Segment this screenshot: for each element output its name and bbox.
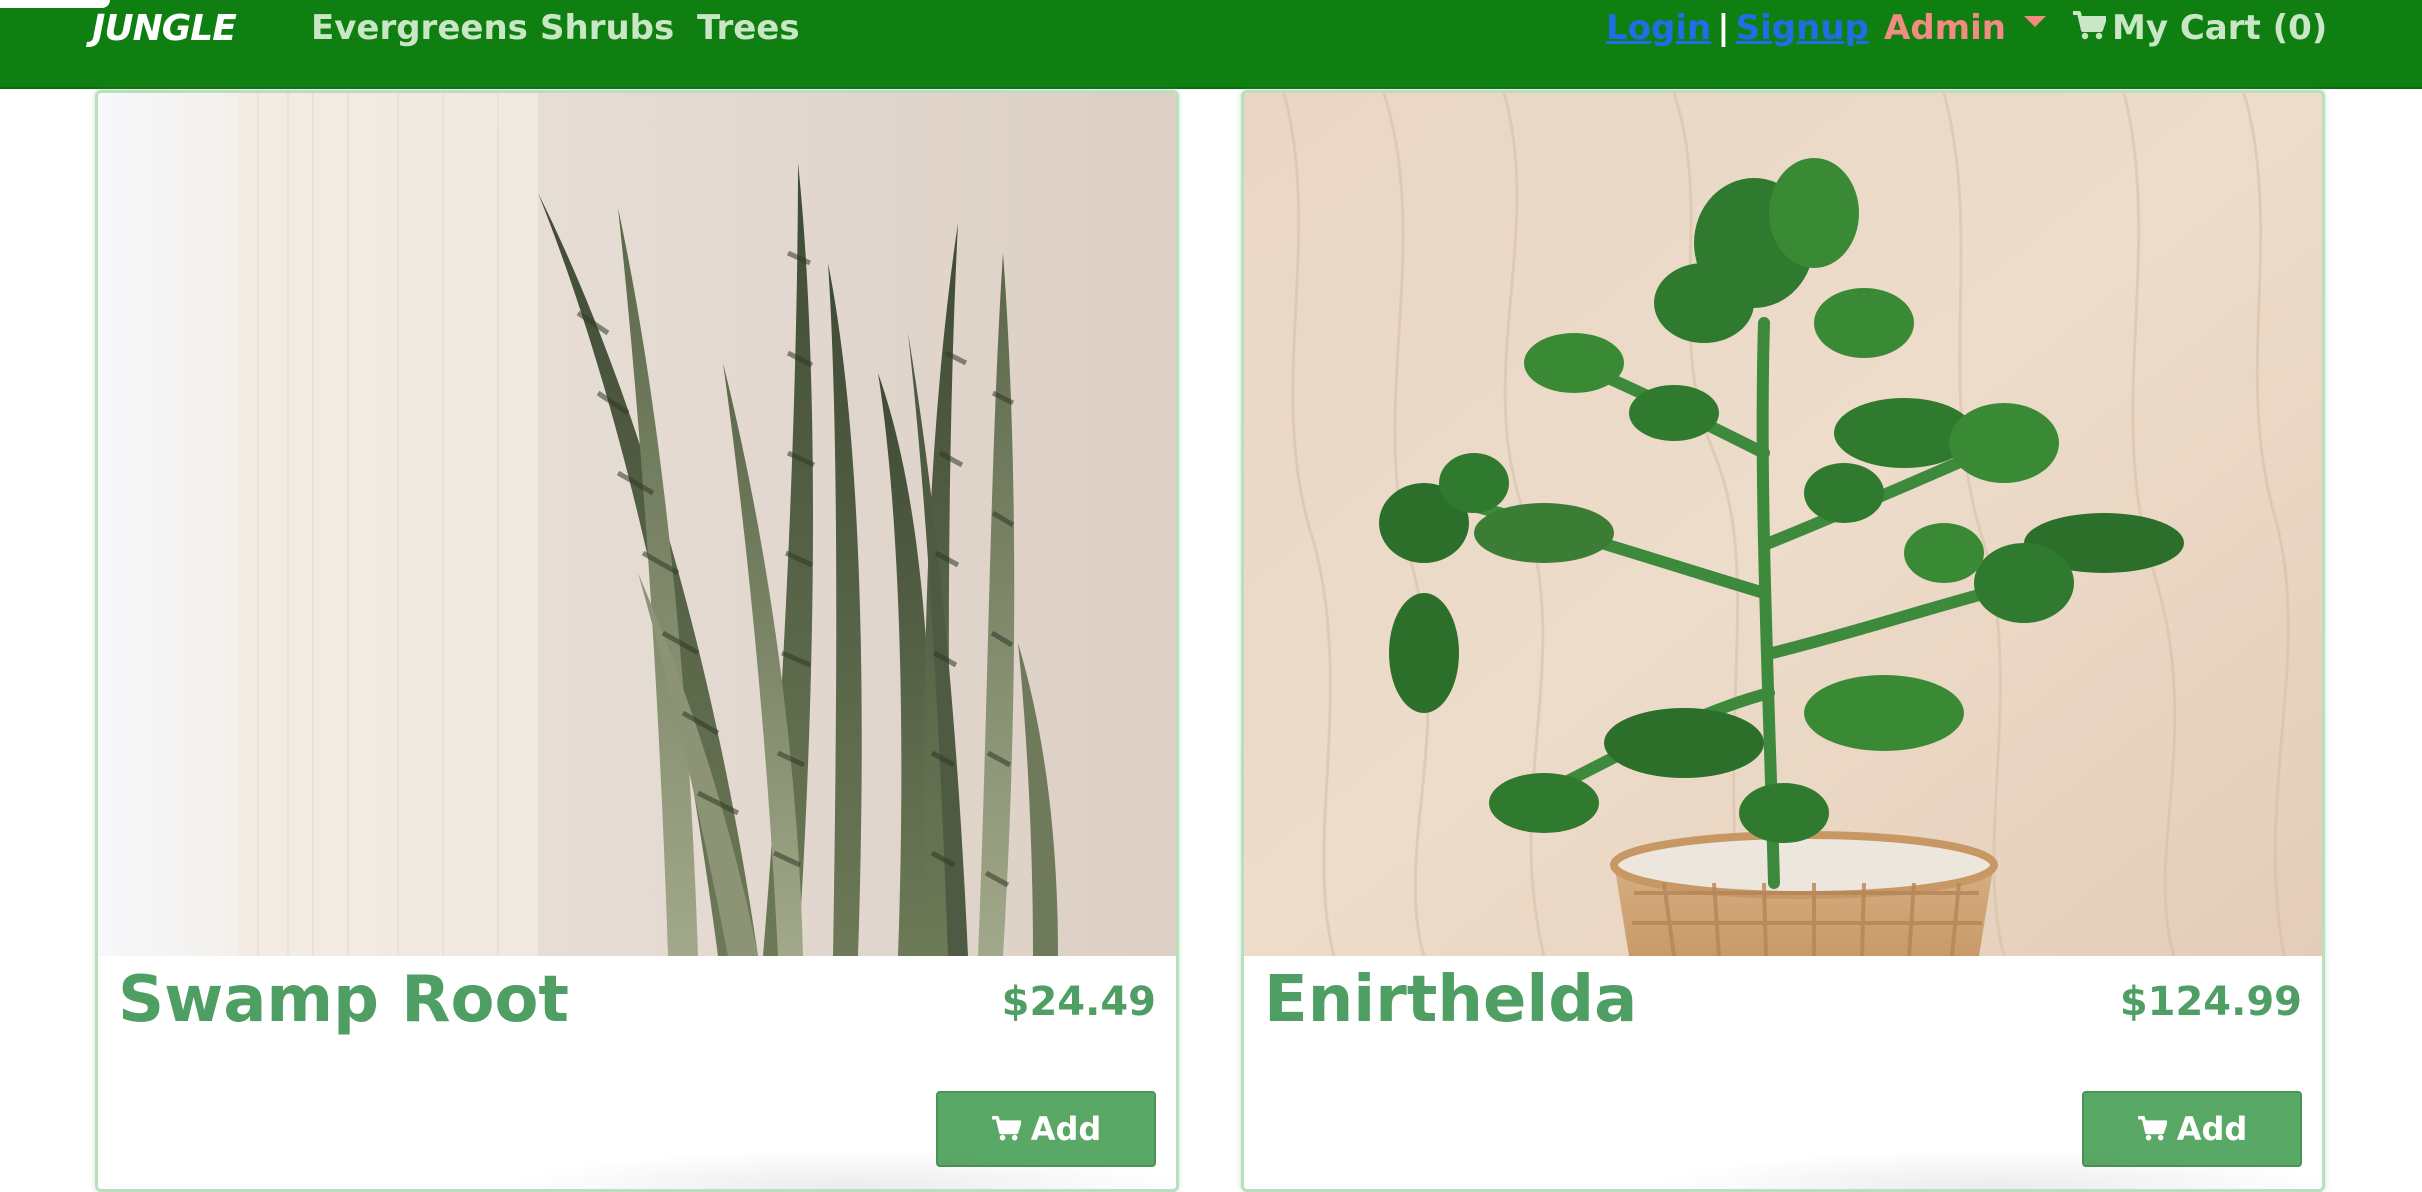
- nav-link-shrubs[interactable]: Shrubs: [540, 8, 674, 48]
- potted-plant-image: [1244, 93, 2322, 956]
- product-image[interactable]: [98, 93, 1176, 956]
- add-button-label: Add: [2176, 1110, 2248, 1148]
- product-price: $124.99: [2119, 979, 2302, 1025]
- card-shadow: [1644, 1149, 2322, 1189]
- auth-separator: |: [1717, 8, 1730, 48]
- auth-links: Login | Signup: [1606, 8, 1869, 48]
- product-name[interactable]: Swamp Root: [118, 963, 569, 1037]
- cart-label: My Cart (0): [2112, 8, 2328, 48]
- shopping-cart-icon: [991, 1116, 1021, 1141]
- corner-tab: [0, 0, 110, 8]
- shopping-cart-icon: [2137, 1116, 2167, 1141]
- snake-plant-image: [98, 93, 1176, 956]
- product-price: $24.49: [1001, 979, 1156, 1025]
- product-image[interactable]: [1244, 93, 2322, 956]
- add-button-label: Add: [1030, 1110, 1102, 1148]
- signup-link[interactable]: Signup: [1736, 8, 1869, 48]
- caret-down-icon: [2023, 16, 2046, 27]
- nav-link-trees[interactable]: Trees: [697, 8, 800, 48]
- product-name[interactable]: Enirthelda: [1264, 963, 1637, 1037]
- admin-dropdown[interactable]: Admin: [1884, 8, 2046, 48]
- cart-link[interactable]: My Cart (0): [2072, 8, 2327, 48]
- product-card: Enirthelda $124.99 Add: [1241, 90, 2325, 1192]
- card-shadow: [498, 1149, 1176, 1189]
- nav-link-evergreens[interactable]: Evergreens: [311, 8, 528, 48]
- navbar: JUNGLE Evergreens Shrubs Trees Login | Sig…: [0, 0, 2422, 89]
- admin-label: Admin: [1884, 8, 2006, 48]
- product-card: Swamp Root $24.49 Add: [95, 90, 1179, 1192]
- shopping-cart-icon: [2073, 10, 2107, 39]
- brand-logo[interactable]: JUNGLE: [92, 8, 237, 49]
- login-link[interactable]: Login: [1606, 8, 1711, 48]
